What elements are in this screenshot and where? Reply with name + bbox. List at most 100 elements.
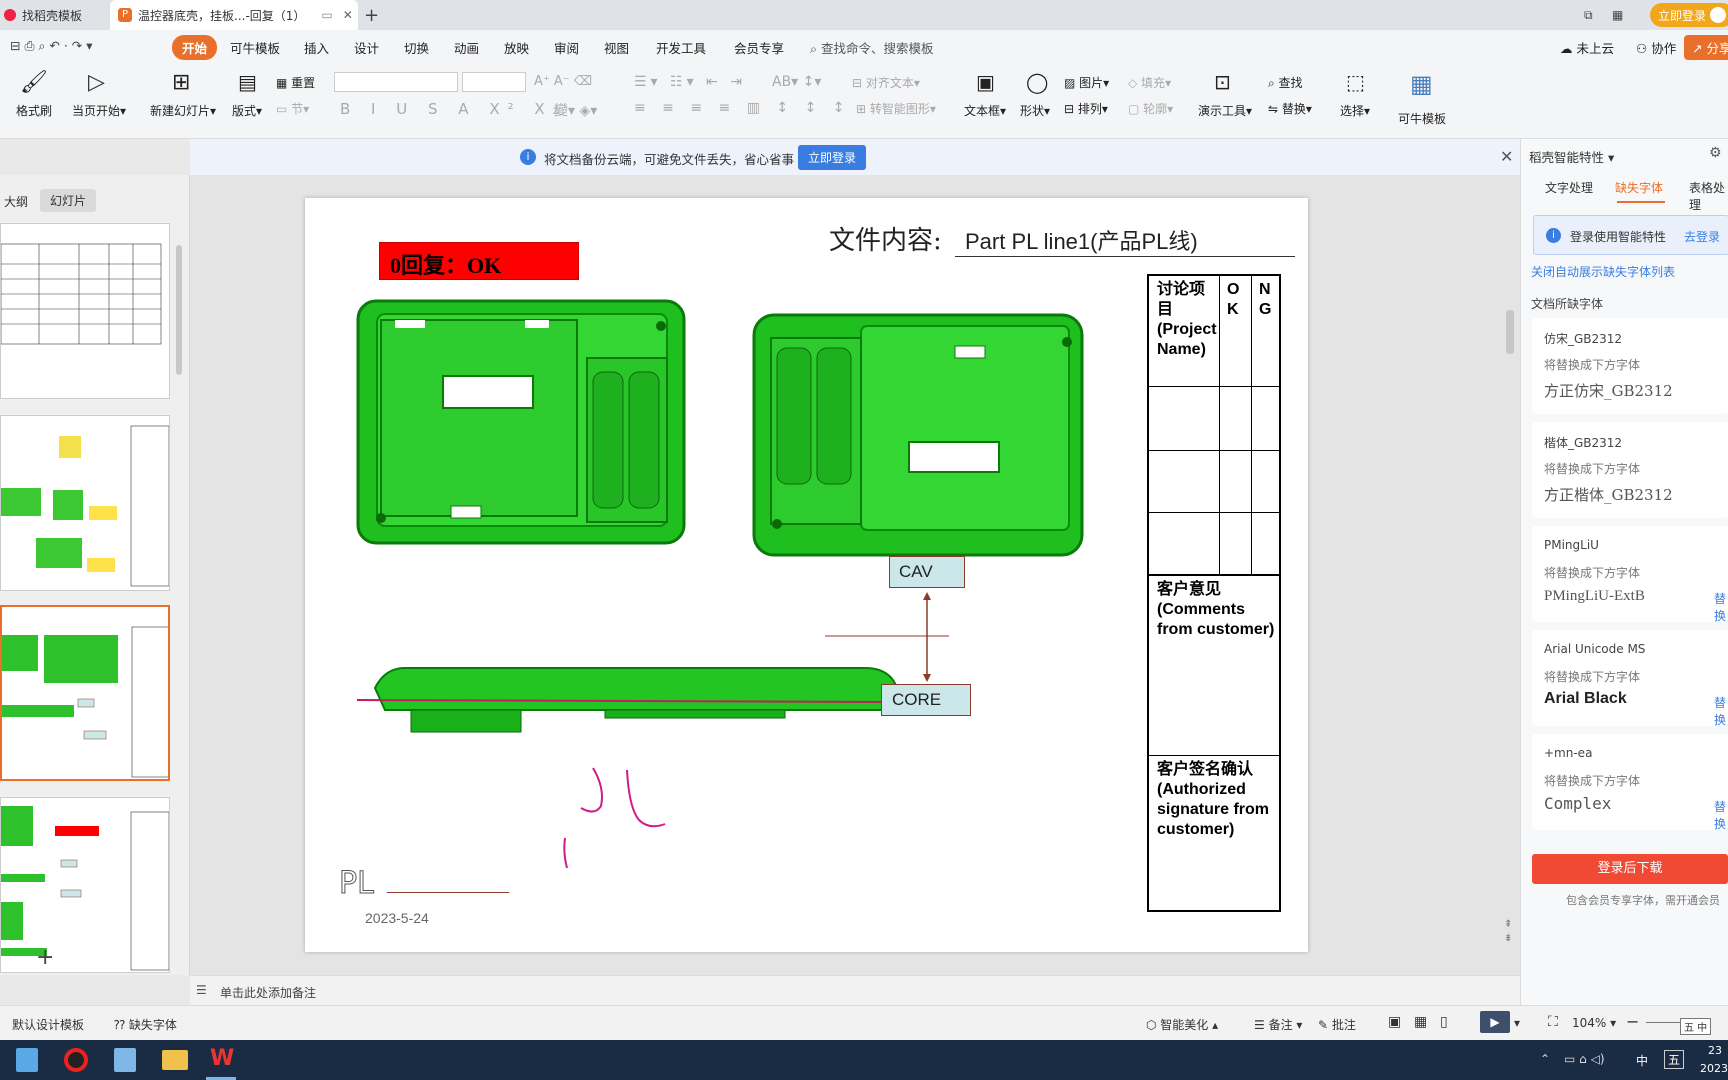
font-card-kaiti[interactable]: 楷体_GB2312 将替换成下方字体 方正楷体_GB2312 [1532, 422, 1728, 518]
comments-toggle[interactable]: ✎ 批注 [1318, 1016, 1356, 1033]
notification-login-button[interactable]: 立即登录 [798, 145, 867, 170]
fill-button[interactable]: ◇ 填充▾ [1128, 74, 1171, 91]
text-direction-icons[interactable]: AB▾ ↕▾ [772, 74, 821, 90]
notes-toggle[interactable]: ☰ 备注 ▾ [1254, 1016, 1302, 1033]
present-tool-icon[interactable]: ⊡ [1214, 70, 1231, 94]
font-family-select[interactable] [334, 72, 458, 92]
slide-thumbnail-4[interactable] [0, 797, 170, 973]
share-button[interactable]: ↗ 分享 [1684, 35, 1728, 60]
slide-thumbnail-2[interactable] [0, 415, 170, 591]
new-tab-icon[interactable]: + [364, 0, 386, 30]
picture-button[interactable]: ▨ 图片▾ [1064, 74, 1109, 91]
phonetic-icons[interactable]: 變▾ ◈▾ [554, 100, 597, 120]
font-card-pmingliu[interactable]: PMingLiU 将替换成下方字体 PMingLiU-ExtB 替换 [1532, 526, 1728, 624]
text-format-icons[interactable]: B I U S A X² X₂ [340, 100, 567, 118]
font-size-adjust-icons[interactable]: A⁺ A⁻ ⌫ [534, 74, 592, 89]
new-slide-icon[interactable]: ⊞ [172, 70, 190, 95]
ime-language-indicator[interactable]: 五 中 [1680, 1018, 1712, 1035]
tab-document[interactable]: P 温控器底壳，挂板...-回复（1） ▭ ✕ [110, 0, 358, 30]
smart-shape-button[interactable]: ⊞ 转智能图形▾ [856, 100, 936, 117]
menu-review[interactable]: 审阅 [554, 38, 579, 57]
clock-time[interactable]: 23 [1708, 1044, 1722, 1057]
align-text-button[interactable]: ⊟ 对齐文本▾ [852, 74, 920, 91]
wps-app-icon[interactable]: W [210, 1046, 234, 1071]
go-login-link[interactable]: 去登录 [1684, 228, 1720, 245]
menu-design[interactable]: 设计 [354, 38, 379, 57]
textbox-icon[interactable]: ▣ [976, 70, 995, 94]
sorter-view-icon[interactable]: ▦ [1414, 1014, 1427, 1030]
tab-find-template[interactable]: 找稻壳模板 [0, 0, 105, 30]
file-explorer-icon[interactable] [162, 1050, 188, 1070]
menu-developer[interactable]: 开发工具 [656, 38, 706, 57]
menu-animation[interactable]: 动画 [454, 38, 479, 57]
tray-chevron-icon[interactable]: ⌃ [1540, 1052, 1550, 1066]
paragraph-align-icons[interactable]: ≡ ≡ ≡ ≡ ▥ ↕ ↕ ↕ [634, 100, 851, 116]
menu-view[interactable]: 视图 [604, 38, 629, 57]
collab-button[interactable]: ⚇ 协作 [1636, 38, 1676, 57]
textbox-button[interactable]: 文本框▾ [964, 102, 1006, 119]
menu-insert[interactable]: 插入 [304, 38, 329, 57]
reset-button[interactable]: ▦ 重置 [276, 74, 315, 91]
play-icon[interactable]: ▷ [88, 70, 105, 95]
replace-link[interactable]: 替换 [1714, 694, 1728, 728]
play-slideshow-button[interactable]: ▶ [1480, 1011, 1510, 1033]
paint-brush-icon[interactable]: 🖌 [20, 70, 48, 95]
download-after-login-button[interactable]: 登录后下载 [1532, 854, 1728, 884]
select-button[interactable]: 选择▾ [1340, 102, 1370, 119]
arrange-button[interactable]: ⊟ 排列▾ [1064, 100, 1108, 117]
tab-slides[interactable]: 幻灯片 [40, 189, 97, 212]
grid-apps-icon[interactable]: ▦ [1612, 0, 1623, 30]
font-card-mn-ea[interactable]: +mn-ea 将替换成下方字体 Complex 替换 [1532, 734, 1728, 832]
layout-icon[interactable]: ▤ [238, 70, 257, 94]
add-slide-icon[interactable]: + [36, 945, 54, 970]
font-card-fangsong[interactable]: 仿宋_GB2312 将替换成下方字体 方正仿宋_GB2312 [1532, 318, 1728, 414]
slide-thumbnail-3-selected[interactable] [0, 605, 170, 781]
from-current-button[interactable]: 当页开始▾ [72, 102, 126, 119]
window-layout-icon[interactable]: ⧉ [1584, 0, 1593, 30]
menu-member[interactable]: 会员专享 [734, 38, 784, 57]
ime-mode[interactable]: 五 [1664, 1050, 1685, 1069]
command-search[interactable]: ⌕ 查找命令、搜索模板 [810, 38, 934, 57]
new-slide-button[interactable]: 新建幻灯片▾ [150, 102, 216, 119]
normal-view-icon[interactable]: ▣ [1388, 1014, 1401, 1030]
left-scrollbar[interactable] [176, 245, 182, 375]
font-card-arial-unicode[interactable]: Arial Unicode MS 将替换成下方字体 Arial Black 替换 [1532, 630, 1728, 728]
kn-template-icon[interactable]: ▦ [1410, 70, 1433, 98]
shape-icon[interactable]: ◯ [1026, 70, 1048, 94]
slide[interactable]: 文件内容: Part PL line1(产品PL线) 0回复：OK CAV CO… [305, 198, 1308, 952]
select-cursor-icon[interactable]: ⬚ [1346, 70, 1365, 94]
shape-button[interactable]: 形状▾ [1020, 102, 1050, 119]
default-template-label[interactable]: 默认设计模板 [12, 1016, 84, 1033]
replace-button[interactable]: ⇋ 替换▾ [1268, 100, 1312, 117]
outline-button[interactable]: ▢ 轮廓▾ [1128, 100, 1173, 117]
section-button[interactable]: ▭ 节▾ [276, 100, 309, 117]
cloud-status[interactable]: ☁ 未上云 [1560, 38, 1614, 57]
layout-button[interactable]: 版式▾ [232, 102, 262, 119]
calculator-app-icon[interactable] [16, 1048, 38, 1072]
page-nav-icons[interactable]: ⇞ ⇟ [1504, 918, 1512, 946]
clock-date[interactable]: 2023 [1700, 1062, 1728, 1075]
notepad-app-icon[interactable] [114, 1048, 136, 1072]
tab-missing-fonts[interactable]: 缺失字体 [1615, 179, 1663, 196]
reading-view-icon[interactable]: ▯ [1440, 1014, 1448, 1030]
replace-link[interactable]: 替换 [1714, 590, 1728, 624]
kn-template-button[interactable]: 可牛模板 [1398, 110, 1446, 127]
close-tab-icon[interactable]: ✕ [343, 8, 353, 22]
login-button[interactable]: 立即登录 [1650, 3, 1728, 27]
quick-toolbar-icons[interactable]: ⊟ ⎙ ⌕ ↶ · ↷ ▾ [10, 38, 93, 54]
play-options-icon[interactable]: ▾ [1514, 1016, 1520, 1030]
tab-text-processing[interactable]: 文字处理 [1545, 179, 1593, 196]
present-tool-button[interactable]: 演示工具▾ [1198, 102, 1252, 119]
monitor-icon[interactable]: ▭ [321, 8, 332, 22]
ime-lang[interactable]: 中 [1636, 1052, 1648, 1069]
record-app-icon[interactable] [64, 1048, 88, 1072]
fit-window-icon[interactable]: ⛶ [1548, 1014, 1558, 1030]
close-notification-icon[interactable]: ✕ [1500, 147, 1513, 166]
panel-title[interactable]: 稻壳智能特性 ▾ [1529, 147, 1614, 166]
canvas-scrollbar[interactable] [1506, 310, 1514, 354]
menu-slideshow[interactable]: 放映 [504, 38, 529, 57]
zoom-level[interactable]: 104% ▾ [1572, 1016, 1616, 1030]
replace-link[interactable]: 替换 [1714, 798, 1728, 832]
menu-transition[interactable]: 切换 [404, 38, 429, 57]
font-size-select[interactable] [462, 72, 526, 92]
